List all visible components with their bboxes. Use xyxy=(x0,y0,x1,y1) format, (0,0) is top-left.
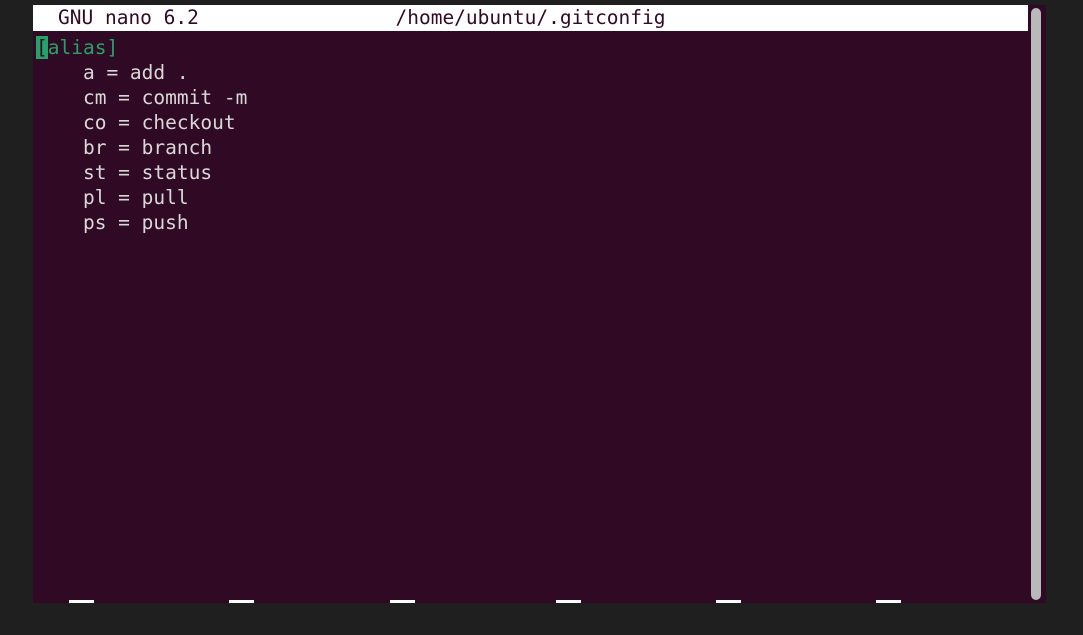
editor-line-text: alias] xyxy=(47,36,119,59)
shortcut-label: Cut xyxy=(581,600,625,603)
editor-text-area[interactable]: [alias] a = add . cm = commit -m co = ch… xyxy=(33,35,1046,523)
editor-line[interactable]: co = checkout xyxy=(33,110,1046,135)
shortcut-label: Write Out xyxy=(254,600,369,603)
shortcut-key: ^K xyxy=(556,600,582,603)
shortcut-execute[interactable]: ^TExecute xyxy=(716,599,833,603)
shortcut-label: Where Is xyxy=(415,600,518,603)
editor-line-text: co = checkout xyxy=(36,111,236,134)
editor-line-text: cm = commit -m xyxy=(36,86,248,109)
text-cursor: [ xyxy=(36,36,48,59)
nano-shortcut-bar: ^GHelp ^OWrite Out ^WWhere Is ^KCut ^TExecut… xyxy=(33,549,1046,603)
editor-line[interactable]: cm = commit -m xyxy=(33,85,1046,110)
shortcut-key: ^W xyxy=(390,600,416,603)
editor-line[interactable]: st = status xyxy=(33,160,1046,185)
shortcut-key: ^C xyxy=(876,600,902,603)
shortcut-write-out[interactable]: ^OWrite Out xyxy=(229,599,369,603)
editor-line[interactable]: br = branch xyxy=(33,135,1046,160)
editor-line-text: a = add . xyxy=(36,61,189,84)
vertical-scrollbar-thumb[interactable] xyxy=(1031,8,1041,600)
editor-line[interactable]: [alias] xyxy=(33,35,1046,60)
terminal-window[interactable]: GNU nano 6.2 /home/ubuntu/.gitconfig [al… xyxy=(33,5,1046,603)
shortcut-location[interactable]: ^CLocation xyxy=(876,599,1004,603)
shortcut-where-is[interactable]: ^WWhere Is xyxy=(390,599,518,603)
desktop-background: GNU nano 6.2 /home/ubuntu/.gitconfig [al… xyxy=(0,0,1083,635)
shortcut-label: Help xyxy=(94,600,150,603)
nano-title-bar: GNU nano 6.2 /home/ubuntu/.gitconfig xyxy=(33,5,1028,31)
editor-line[interactable]: a = add . xyxy=(33,60,1046,85)
shortcut-label: Location xyxy=(901,600,1004,603)
editor-line[interactable]: pl = pull xyxy=(33,185,1046,210)
editor-line-text: st = status xyxy=(36,161,213,184)
shortcut-help[interactable]: ^GHelp xyxy=(69,599,150,603)
shortcut-row-1: ^GHelp ^OWrite Out ^WWhere Is ^KCut ^TExecut… xyxy=(33,599,1046,603)
editor-line-text: pl = pull xyxy=(36,186,189,209)
shortcut-cut[interactable]: ^KCut xyxy=(556,599,626,603)
shortcut-key: ^T xyxy=(716,600,742,603)
nano-filepath-label: /home/ubuntu/.gitconfig xyxy=(395,6,666,29)
shortcut-key: ^G xyxy=(69,600,95,603)
vertical-scrollbar-track[interactable] xyxy=(1031,8,1041,600)
shortcut-label: Execute xyxy=(741,600,832,603)
editor-line-text: br = branch xyxy=(36,136,213,159)
editor-line-text: ps = push xyxy=(36,211,189,234)
editor-line[interactable]: ps = push xyxy=(33,210,1046,235)
shortcut-key: ^O xyxy=(229,600,255,603)
